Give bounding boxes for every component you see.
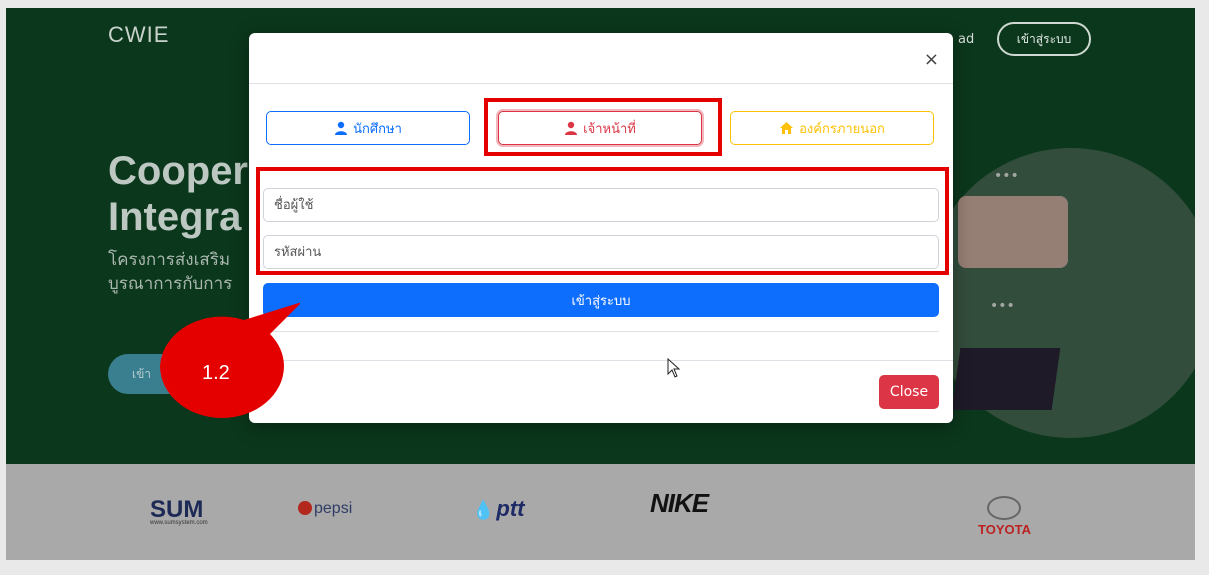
tab-external-org-label: องค์กรภายนอก — [799, 121, 885, 137]
partner-sum-text: SUM — [150, 496, 204, 523]
nav-download-link[interactable]: ad — [958, 32, 974, 47]
login-button[interactable]: เข้าสู่ระบบ — [263, 283, 939, 317]
hero-title-line: Integra — [108, 195, 242, 239]
partner-logo-nike: NIKE — [650, 488, 709, 519]
partner-logo-pepsi: pepsi — [298, 500, 352, 518]
partner-logo-sum: SUM www.sumsystem.com — [150, 496, 208, 526]
brand-logo[interactable]: CWIE — [108, 22, 169, 48]
tab-student-label: นักศึกษา — [353, 121, 402, 137]
pepsi-globe-icon — [298, 501, 312, 515]
tab-student[interactable]: นักศึกษา — [266, 111, 470, 145]
partner-logo-toyota: TOYOTA — [978, 496, 1031, 537]
flame-icon: 💧 — [472, 500, 495, 520]
nav-login-button[interactable]: เข้าสู่ระบบ — [997, 22, 1091, 56]
close-button[interactable]: Close — [879, 375, 939, 409]
hero-subtitle: โครงการส่งเสริม บูรณาการกับการ — [108, 248, 232, 296]
mouse-cursor-icon — [667, 358, 681, 378]
modal-header: × — [249, 33, 953, 84]
home-icon — [780, 122, 794, 134]
callout-label: 1.2 — [202, 362, 230, 384]
hero-subtitle-line: โครงการส่งเสริม — [108, 250, 231, 270]
callout-bubble — [160, 302, 300, 418]
hero-subtitle-line: บูรณาการกับการ — [108, 274, 233, 294]
close-icon[interactable]: × — [924, 49, 939, 70]
partner-toyota-text: TOYOTA — [978, 522, 1031, 537]
partner-sum-url: www.sumsystem.com — [150, 520, 208, 526]
user-icon — [335, 121, 348, 135]
partner-ptt-text: ptt — [496, 496, 525, 521]
divider — [263, 331, 939, 332]
modal-footer-divider — [249, 360, 953, 361]
partner-pepsi-text: pepsi — [314, 500, 353, 517]
highlight-box-staff-tab — [484, 98, 722, 156]
partner-logo-ptt: 💧ptt — [472, 496, 525, 522]
hero-title: Cooper Integra — [108, 148, 248, 240]
hero-title-line: Cooper — [108, 149, 248, 193]
partner-nike-text: NIKE — [650, 488, 709, 518]
tab-external-org[interactable]: องค์กรภายนอก — [730, 111, 934, 145]
highlight-box-login-fields — [256, 167, 949, 275]
toyota-emblem-icon — [987, 496, 1022, 520]
